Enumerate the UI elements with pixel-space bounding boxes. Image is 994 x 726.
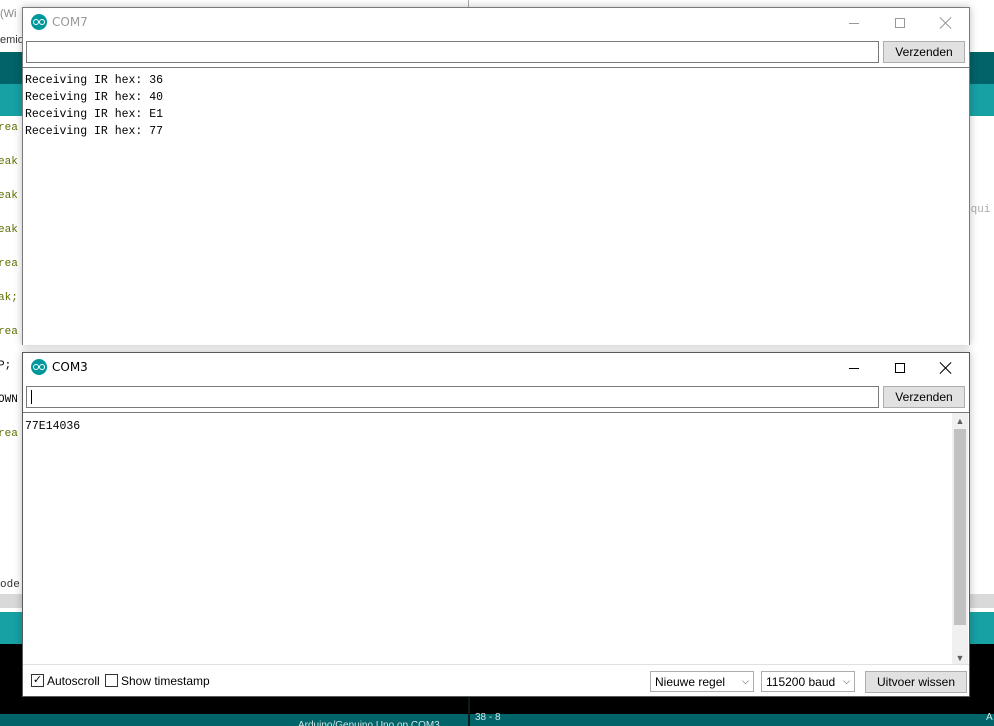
send-input[interactable] [26,41,879,63]
baud-rate-value: 115200 baud [766,674,836,689]
output-line: 77E14036 [25,420,81,433]
window-title: COM7 [52,15,88,29]
ide-title-fragment: (Wi [0,8,17,20]
serial-monitor-com7: COM7 Verzenden Receiving IR hex: 36 Rece… [22,7,970,345]
send-input[interactable] [26,386,879,408]
serial-monitor-com3: COM3 Verzenden 77E14036 ▲ ▼ ✓ Autoscroll… [22,352,970,697]
scroll-up-icon[interactable]: ▲ [952,413,968,429]
code-fragment: rea [0,258,18,270]
output-line: Receiving IR hex: 36 [25,74,164,87]
code-fragment: eak [0,224,18,236]
output-line: Receiving IR hex: E1 [25,108,164,121]
code-fragment: rea [0,428,18,440]
send-button[interactable]: Verzenden [883,41,965,63]
timestamp-label: Show timestamp [121,674,210,688]
window-title: COM3 [52,360,88,374]
maximize-button[interactable] [877,8,923,38]
autoscroll-label: Autoscroll [47,674,100,688]
ide-board-status: Arduino/Genuino Uno op COM3 [298,720,440,726]
chevron-down-icon: ⌵ [742,676,749,686]
output-line: Receiving IR hex: 77 [25,125,164,138]
close-icon [940,17,952,29]
ide-menu-fragment: emid [0,34,24,46]
check-icon: ✓ [32,674,43,686]
text-caret [31,389,32,404]
ide-status-right: A [986,712,993,723]
code-fragment: eak [0,190,18,202]
maximize-button[interactable] [877,353,923,383]
maximize-icon [895,18,905,28]
minimize-icon [849,367,859,369]
code-fragment: ak; [0,292,18,304]
code-fragment: P; [0,360,12,372]
code-fragment-bottom: ode [0,579,20,591]
minimize-button[interactable] [831,8,877,38]
output-line: Receiving IR hex: 40 [25,91,164,104]
baud-rate-select[interactable]: 115200 baud ⌵ [761,671,855,692]
close-button[interactable] [923,353,969,383]
monitor-options-bar: ✓ Autoscroll Show timestamp Nieuwe regel… [23,664,969,696]
close-button[interactable] [923,8,969,38]
serial-output[interactable]: 77E14036 [23,412,969,664]
close-icon [940,362,952,374]
ide-code-editor: rea eak eak eak rea ak; rea P; OWN rea [0,116,24,596]
title-bar[interactable]: COM7 [23,8,969,38]
serial-output[interactable]: Receiving IR hex: 36 Receiving IR hex: 4… [23,67,969,345]
minimize-icon [849,22,859,24]
maximize-icon [895,363,905,373]
title-bar[interactable]: COM3 [23,353,969,383]
minimize-button[interactable] [831,353,877,383]
code-fragment: rea [0,326,18,338]
code-fragment: eak [0,156,18,168]
code-fragment: OWN [0,394,18,406]
arduino-icon [31,14,47,30]
code-fragment: rea [0,122,18,134]
vertical-scrollbar[interactable]: ▲ ▼ [952,413,968,666]
ide-line-number: 38 - 8 [475,712,501,723]
timestamp-checkbox[interactable] [105,674,118,687]
arduino-icon [31,359,47,375]
send-button[interactable]: Verzenden [883,386,965,408]
clear-output-button[interactable]: Uitvoer wissen [865,671,967,693]
line-ending-value: Nieuwe regel [655,674,726,689]
autoscroll-checkbox[interactable]: ✓ [31,674,44,687]
chevron-down-icon: ⌵ [843,676,850,686]
line-ending-select[interactable]: Nieuwe regel ⌵ [650,671,754,692]
scrollbar-thumb[interactable] [954,429,966,625]
